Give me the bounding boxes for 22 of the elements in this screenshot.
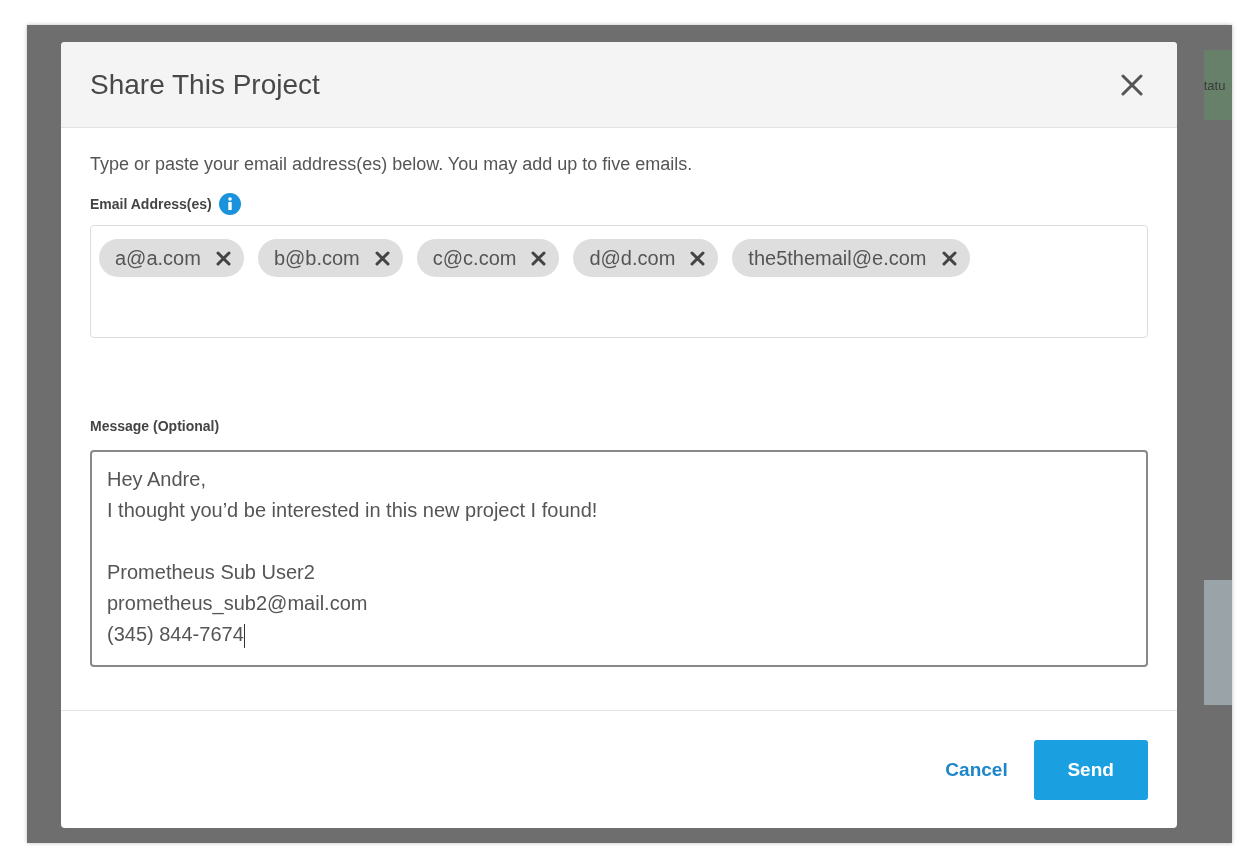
remove-icon[interactable] (215, 250, 231, 266)
email-address: c@c.com (432, 246, 517, 270)
send-button[interactable]: Send (1033, 739, 1148, 800)
message-field[interactable]: Hey Andre, I thought you’d be interested in this new project I found! Prometheus Sub User2 prometheus_sub2@mail.com (345) 844-7674 (90, 450, 1148, 667)
email-address: b@b.com (273, 246, 360, 270)
instructions-text: Type or paste your email address(es) below. You may add up to five emails. (90, 154, 694, 175)
email-label: Email Address(es) (90, 196, 212, 212)
status-text: tatu (1203, 77, 1226, 93)
cancel-button[interactable]: Cancel (945, 750, 1008, 789)
remove-icon[interactable] (941, 250, 957, 266)
dialog-title: Share This Project (90, 68, 320, 101)
message-label: Message (Optional) (90, 418, 221, 434)
email-address: the5themail@e.com (748, 246, 927, 270)
email-address: d@d.com (589, 246, 676, 270)
remove-icon[interactable] (374, 250, 390, 266)
close-icon[interactable] (1120, 73, 1143, 96)
remove-icon[interactable] (690, 250, 706, 266)
remove-icon[interactable] (531, 250, 547, 266)
email-address: a@a.com (115, 246, 201, 270)
text-cursor (243, 623, 245, 648)
info-icon[interactable] (218, 193, 241, 215)
email-field[interactable]: a@a.com b@b.com c@c.com d@d.com the5themail@e.com (90, 225, 1148, 338)
